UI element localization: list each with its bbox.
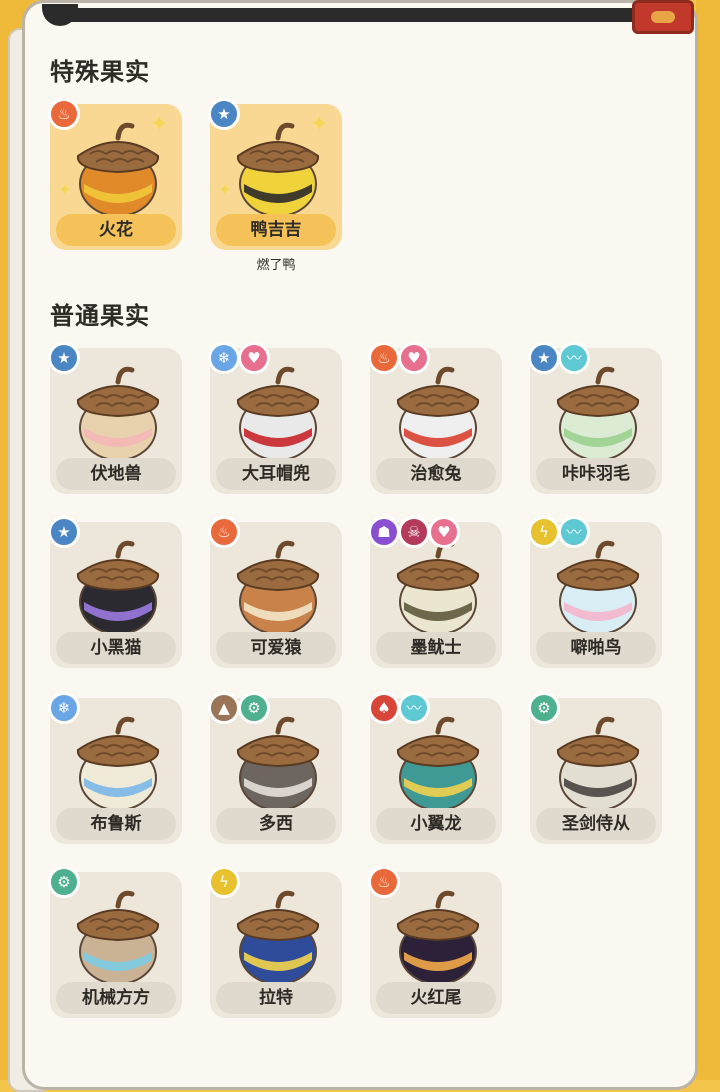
star-icon: ★ [208,98,240,130]
demon-icon: ☠ [398,516,430,548]
wing-icon: 〰 [398,692,430,724]
acorn-fruit-icon [228,358,328,462]
acorn-fruit-icon [68,532,168,636]
acorn-fruit-icon [388,358,488,462]
acorn-fruit-icon [388,882,488,986]
fruit-card[interactable]: ★ 小黑猫 [48,516,182,668]
sparkle-icon: ✦ [150,112,169,137]
fire-icon: ♨ [368,866,400,898]
fruit-name-label: 大耳帽兜 [216,458,336,490]
fruit-name-label: 火花 [56,214,176,246]
dragon-icon: ♠ [368,692,400,724]
fruit-name-label: 治愈兔 [376,458,496,490]
acorn-fruit-icon [68,708,168,812]
heart-icon: ♥ [398,342,430,374]
snowflake-icon: ❄ [48,692,80,724]
sparkle-icon: ✦ [310,112,329,137]
fruit-card[interactable]: ⚙ 圣剑侍从 [528,692,662,844]
fruit-name-label: 圣剑侍从 [536,808,656,840]
corner-tag-icon[interactable] [632,0,694,34]
fruit-name-label: 伏地兽 [56,458,176,490]
panel-top-bar [44,8,688,22]
fruit-card[interactable]: ✦ ✦ ♨ 火花 [48,98,182,250]
fruit-name-label: 拉特 [216,982,336,1014]
wing-icon: 〰 [558,516,590,548]
wing-icon: 〰 [558,342,590,374]
fruit-card[interactable]: ϟ 拉特 [208,866,342,1018]
fruit-name-label: 噼啪鸟 [536,632,656,664]
fruit-card[interactable]: ❄ 布鲁斯 [48,692,182,844]
acorn-fruit-icon [228,708,328,812]
fruit-card[interactable]: ☗ ☠ ♥ 墨鱿士 [368,516,502,668]
fruit-card[interactable]: ⚙ 机械方方 [48,866,182,1018]
heart-icon: ♥ [238,342,270,374]
background-right [696,0,720,1080]
acorn-fruit-icon [68,882,168,986]
acorn-fruit-icon [548,358,648,462]
section-title-normal: 普通果实 [50,302,150,330]
fruit-name-label: 可爱猿 [216,632,336,664]
acorn-fruit-icon [228,882,328,986]
fruit-name-label: 机械方方 [56,982,176,1014]
fruit-name-label: 墨鱿士 [376,632,496,664]
fruit-name-label: 鸭吉吉 [216,214,336,246]
fruit-card[interactable]: ♨ ♥ 治愈兔 [368,342,502,494]
fruit-name-label: 小黑猫 [56,632,176,664]
fruit-name-label: 小翼龙 [376,808,496,840]
acorn-fruit-icon [228,532,328,636]
fruit-card[interactable]: ★ 〰咔咔羽毛 [528,342,662,494]
fruit-card[interactable]: ❄ ♥ 大耳帽兜 [208,342,342,494]
fire-icon: ♨ [48,98,80,130]
special-fruit-subtitle: 燃了鸭 [256,258,296,273]
acorn-fruit-icon [548,708,648,812]
snowflake-icon: ❄ [208,342,240,374]
fruit-card[interactable]: ♠ 〰小翼龙 [368,692,502,844]
mountain-icon: ▲ [208,692,240,724]
acorn-fruit-icon [388,708,488,812]
fruit-card[interactable]: ♨ 火红尾 [368,866,502,1018]
fruit-card[interactable]: ▲ ⚙ 多西 [208,692,342,844]
lightning-icon: ϟ [208,866,240,898]
star-icon: ★ [48,342,80,374]
ghost-icon: ☗ [368,516,400,548]
fruit-name-label: 多西 [216,808,336,840]
acorn-fruit-icon [548,532,648,636]
acorn-fruit-icon [68,358,168,462]
star-icon: ★ [48,516,80,548]
gear-icon: ⚙ [238,692,270,724]
fire-icon: ♨ [208,516,240,548]
fruit-name-label: 咔咔羽毛 [536,458,656,490]
fruit-card[interactable]: ★ 伏地兽 [48,342,182,494]
star-icon: ★ [528,342,560,374]
heart-icon: ♥ [428,516,460,548]
gear-icon: ⚙ [528,692,560,724]
fruit-card[interactable]: ♨ 可爱猿 [208,516,342,668]
fire-icon: ♨ [368,342,400,374]
gear-icon: ⚙ [48,866,80,898]
sparkle-icon: ✦ [218,180,232,199]
fruit-name-label: 火红尾 [376,982,496,1014]
fruit-card[interactable]: ✦ ✦ ★ 鸭吉吉 [208,98,342,250]
fruit-card[interactable]: ϟ 〰噼啪鸟 [528,516,662,668]
lightning-icon: ϟ [528,516,560,548]
fruit-name-label: 布鲁斯 [56,808,176,840]
section-title-special: 特殊果实 [50,58,150,86]
sparkle-icon: ✦ [58,180,72,199]
acorn-fruit-icon [388,532,488,636]
